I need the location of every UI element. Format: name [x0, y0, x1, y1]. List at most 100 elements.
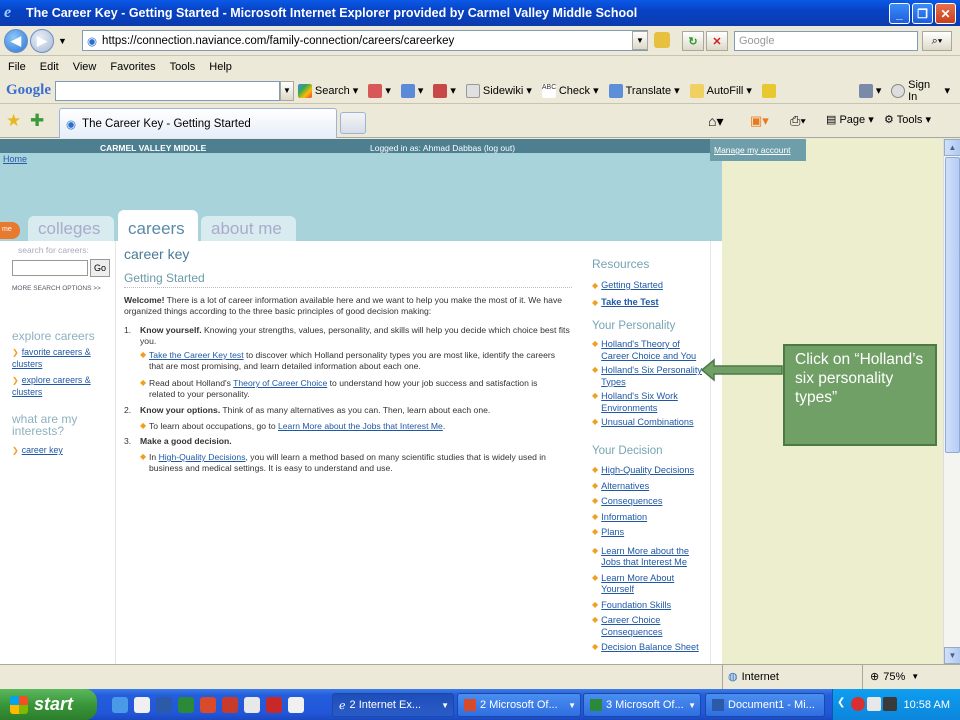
holland-six-types-link[interactable]: ◆ Holland's Six Personality Types: [592, 365, 704, 388]
autofill-button[interactable]: AutoFill ▾: [689, 83, 752, 98]
sidewiki-button[interactable]: Sidewiki ▾: [465, 83, 532, 98]
history-dropdown-icon[interactable]: ▼: [58, 36, 67, 46]
more-search-link[interactable]: MORE SEARCH OPTIONS >>: [12, 285, 101, 292]
check-button[interactable]: ABC Check ▾: [541, 83, 599, 98]
taskbar-document1[interactable]: Document1 - Mi...: [705, 693, 825, 717]
resource-link[interactable]: ◆ Foundation Skills: [592, 600, 704, 612]
sign-in-button[interactable]: Sign In ▾: [891, 79, 950, 103]
forward-button[interactable]: ▶: [30, 29, 54, 53]
taskbar-microsoft-office-1[interactable]: 2 Microsoft Of... ▼: [457, 693, 581, 717]
resource-link[interactable]: ◆ High-Quality Decisions: [592, 465, 704, 477]
manage-account-link[interactable]: Manage my account: [714, 145, 791, 155]
explore-clusters-link[interactable]: ❯ explore careers & clusters: [12, 375, 107, 397]
resource-link[interactable]: ◆ Career Choice Consequences: [592, 615, 704, 638]
resource-link[interactable]: ◆ Take the Test: [592, 296, 702, 309]
lock-icon[interactable]: [654, 32, 670, 48]
taskbar-microsoft-office-2[interactable]: 3 Microsoft Of... ▼: [583, 693, 701, 717]
tab-career-key[interactable]: ◉ The Career Key - Getting Started: [59, 108, 337, 138]
menu-view[interactable]: View: [73, 61, 97, 73]
page-subheading: Getting Started: [124, 271, 205, 285]
outlook-quicklaunch-icon[interactable]: [134, 697, 150, 713]
new-tab-button[interactable]: [340, 112, 366, 134]
toolbar-plus-button[interactable]: ▾: [400, 83, 423, 98]
app-quicklaunch-icon[interactable]: [288, 697, 304, 713]
hq-decisions-link[interactable]: High-Quality Decisions: [159, 452, 246, 462]
wrench-button[interactable]: ▾: [858, 83, 881, 98]
url-dropdown-icon[interactable]: ▼: [632, 31, 648, 50]
tab-careers[interactable]: careers: [118, 210, 198, 241]
favorites-star-icon[interactable]: ★: [6, 111, 21, 131]
resource-link[interactable]: ◆ Consequences: [592, 496, 704, 508]
publisher-quicklaunch-icon[interactable]: [244, 697, 260, 713]
home-link[interactable]: Home: [3, 154, 27, 164]
toolbar-bookmark-button[interactable]: ▾: [368, 83, 391, 98]
refresh-icon[interactable]: ↻: [682, 31, 704, 51]
search-icon[interactable]: ⌕▾: [922, 31, 952, 51]
theory-link[interactable]: Theory of Career Choice: [233, 378, 327, 388]
maximize-button[interactable]: ❐: [912, 3, 933, 24]
take-test-link[interactable]: Take the Career Key test: [149, 350, 244, 360]
learn-jobs-link[interactable]: Learn More about the Jobs that Interest …: [278, 421, 443, 431]
resource-link[interactable]: ◆ Alternatives: [592, 481, 704, 493]
favorite-careers-link[interactable]: ❯ favorite careers & clusters: [12, 347, 107, 369]
vertical-scrollbar[interactable]: ▲ ▼: [943, 139, 960, 664]
scroll-down-icon[interactable]: ▼: [944, 647, 960, 664]
resource-link[interactable]: ◆ Plans: [592, 527, 704, 539]
career-key-link[interactable]: ❯ career key: [12, 445, 63, 455]
toolbar-popup-button[interactable]: ▾: [433, 83, 456, 98]
resource-link[interactable]: ◆ Information: [592, 512, 704, 524]
google-search-input[interactable]: [55, 80, 281, 101]
add-favorites-icon[interactable]: ✚: [30, 111, 44, 131]
access-quicklaunch-icon[interactable]: [222, 697, 238, 713]
pencil-button[interactable]: [761, 83, 779, 98]
ie-quicklaunch-icon[interactable]: [112, 697, 128, 713]
print-icon[interactable]: ⎙▾: [790, 113, 806, 129]
search-input[interactable]: Google: [734, 31, 918, 51]
feeds-icon[interactable]: ▣▾: [750, 113, 769, 129]
network-tray-icon[interactable]: [867, 697, 881, 711]
resource-link[interactable]: ◆ Learn More About Yourself: [592, 573, 704, 596]
page-menu[interactable]: ▤ Page ▾: [826, 113, 874, 126]
zoom-dropdown-icon[interactable]: ▼: [911, 672, 919, 681]
clock[interactable]: 10:58 AM: [904, 699, 950, 711]
resource-link[interactable]: ◆ Learn More about the Jobs that Interest…: [592, 546, 704, 569]
menu-favorites[interactable]: Favorites: [110, 61, 155, 73]
resource-link[interactable]: ◆ Holland's Theory of Career Choice and Y…: [592, 339, 704, 362]
resource-link[interactable]: ◆ Holland's Six Work Environments: [592, 391, 704, 414]
tools-menu[interactable]: ⚙ Tools ▾: [884, 113, 931, 126]
menu-file[interactable]: File: [8, 61, 26, 73]
google-search-button[interactable]: Search ▾: [297, 83, 358, 98]
menu-edit[interactable]: Edit: [40, 61, 59, 73]
minimize-button[interactable]: _: [889, 3, 910, 24]
menu-tools[interactable]: Tools: [170, 61, 196, 73]
acrobat-quicklaunch-icon[interactable]: [266, 697, 282, 713]
back-button[interactable]: ◀: [4, 29, 28, 53]
resource-link[interactable]: ◆ Decision Balance Sheet: [592, 642, 704, 654]
resource-link[interactable]: ◆ Unusual Combinations: [592, 417, 704, 429]
home-tab[interactable]: me: [0, 222, 20, 239]
scroll-up-icon[interactable]: ▲: [944, 139, 960, 156]
home-icon[interactable]: ⌂▾: [708, 113, 723, 130]
menu-help[interactable]: Help: [209, 61, 232, 73]
close-button[interactable]: ✕: [935, 3, 956, 24]
translate-button[interactable]: Translate ▾: [608, 83, 680, 98]
security-tray-icon[interactable]: [851, 697, 865, 711]
google-dropdown-icon[interactable]: ▼: [280, 80, 294, 101]
excel-quicklaunch-icon[interactable]: [178, 697, 194, 713]
stop-icon[interactable]: ✕: [706, 31, 728, 51]
tab-colleges[interactable]: colleges: [28, 216, 114, 241]
tab-about-me[interactable]: about me: [201, 216, 296, 241]
resource-link[interactable]: ◆ Getting Started: [592, 279, 702, 292]
zoom-control[interactable]: ⊕ 75% ▼: [870, 670, 919, 684]
scroll-thumb[interactable]: [945, 157, 960, 453]
volume-tray-icon[interactable]: [883, 697, 897, 711]
logged-in-text[interactable]: Logged in as: Ahmad Dabbas (log out): [370, 143, 515, 153]
career-search-input[interactable]: [12, 260, 88, 276]
go-button[interactable]: Go: [90, 259, 110, 277]
start-button[interactable]: start: [0, 689, 97, 720]
powerpoint-quicklaunch-icon[interactable]: [200, 697, 216, 713]
tray-expand-icon[interactable]: ❮: [837, 697, 845, 708]
taskbar-internet-explorer[interactable]: ℯ2 Internet Ex... ▼: [332, 693, 454, 717]
url-input[interactable]: ◉ https://connection.naviance.com/family…: [82, 30, 648, 51]
word-quicklaunch-icon[interactable]: [156, 697, 172, 713]
